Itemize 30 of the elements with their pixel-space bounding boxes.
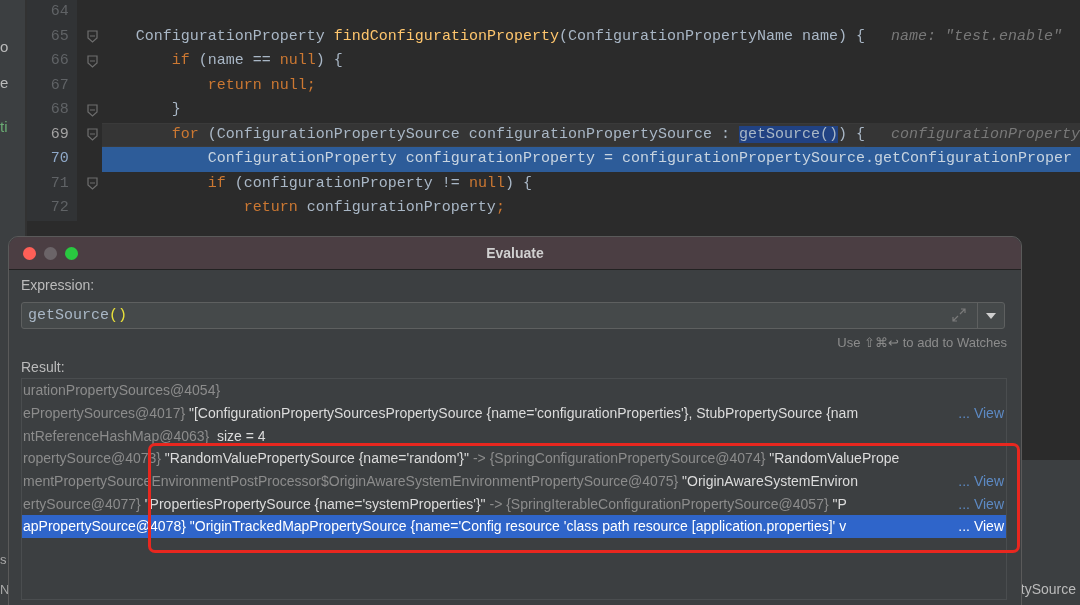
sidebar-item[interactable]: ti <box>0 116 25 138</box>
inline-hint: configurationProperty <box>890 124 1080 145</box>
inline-hint: name: "test.enable" <box>890 26 1062 47</box>
close-button[interactable] <box>23 246 36 260</box>
caret-icon <box>986 312 996 319</box>
code-line: if (name == null) { <box>170 51 343 71</box>
fold-icon[interactable] <box>86 54 98 68</box>
result-row[interactable]: ntReferenceHashMap@4063} size = 4 <box>22 424 1006 448</box>
fold-icon[interactable] <box>86 177 98 191</box>
fold-icon[interactable] <box>86 128 98 142</box>
code-line: return null; <box>206 75 316 96</box>
code-line: return configurationProperty; <box>242 198 505 218</box>
code-line: } <box>170 100 181 120</box>
hint-text: Use ⇧⌘↩ to add to Watches <box>837 335 1007 350</box>
sidebar-item[interactable]: o <box>0 36 25 58</box>
expression-label: Expression: <box>21 276 96 294</box>
fold-icon[interactable] <box>86 103 98 117</box>
result-row[interactable]: ePropertySources@4017} "[ConfigurationPropertySourcesPropertySource {name='configurationProperties'}, StubPropertySource {nam ... View <box>22 401 1006 425</box>
window-title: Evaluate <box>486 245 544 261</box>
sidebar-item[interactable]: e <box>0 72 25 94</box>
line-number: 70 <box>26 147 77 172</box>
code-line: ConfigurationProperty findConfigurationProperty(ConfigurationPropertyName name) { <box>134 26 865 47</box>
zoom-button[interactable] <box>65 246 78 260</box>
fold-icon[interactable] <box>86 30 98 44</box>
result-label: Result: <box>21 358 66 376</box>
minimize-button[interactable] <box>44 246 57 260</box>
expand-icon[interactable] <box>951 307 967 323</box>
panel-text: tySource <box>1020 581 1076 597</box>
code-line: if (configurationProperty != null) { <box>206 173 532 194</box>
expression-field[interactable]: getSource() <box>21 302 1005 329</box>
